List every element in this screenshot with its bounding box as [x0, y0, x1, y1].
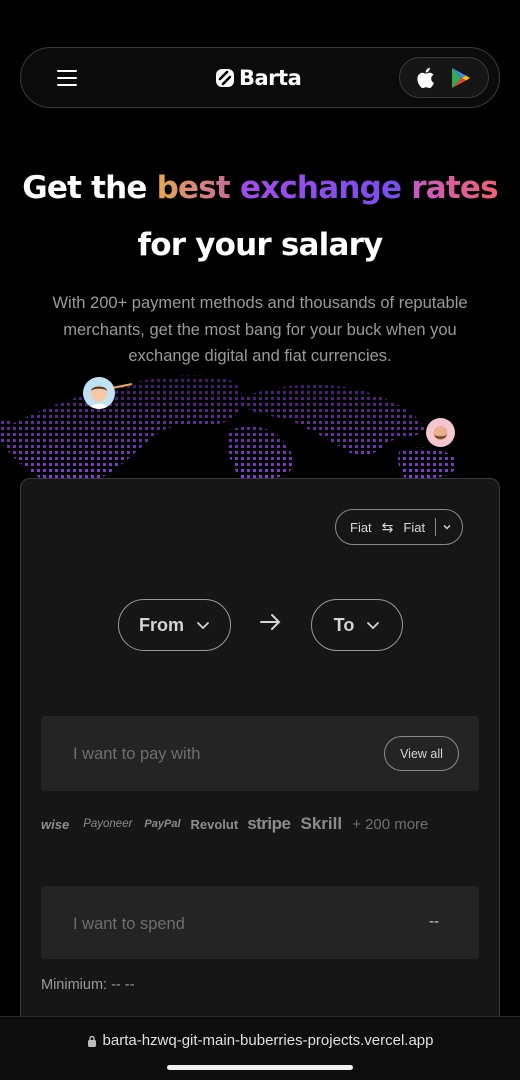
hero-title-best: best	[156, 170, 231, 206]
view-all-button[interactable]: View all	[384, 736, 459, 771]
hero-title-rates: rates	[411, 170, 498, 206]
apple-icon[interactable]	[417, 66, 437, 90]
lock-icon	[87, 1035, 96, 1047]
mode-from-label: Fiat	[350, 519, 372, 535]
chevron-down-icon	[367, 622, 380, 630]
hero-title-exchange: exchange	[239, 170, 402, 206]
url-text: barta-hzwq-git-main-buberries-projects.v…	[102, 1032, 434, 1049]
brand-name: Barta	[239, 66, 302, 90]
skrill-logo: Skrill	[300, 814, 343, 833]
hero-title-plain: Get the	[22, 170, 157, 206]
paypal-logo: PayPal	[144, 818, 181, 830]
pay-with-placeholder: I want to pay with	[73, 745, 201, 763]
top-nav-bar: Barta	[20, 47, 500, 108]
barta-logo-icon	[216, 69, 234, 87]
spend-placeholder: I want to spend	[73, 915, 185, 933]
app-store-links	[399, 57, 489, 98]
hero-subtitle: With 200+ payment methods and thousands …	[52, 294, 468, 365]
from-label: From	[139, 614, 184, 635]
spend-currency-value: --	[429, 913, 439, 930]
more-providers-label: + 200 more	[352, 815, 429, 833]
arrow-right-icon	[260, 614, 281, 630]
hero-title-line-2: for your salary	[137, 227, 384, 263]
user-avatar-left	[83, 377, 115, 409]
pay-with-field[interactable]: I want to pay with View all	[41, 716, 479, 791]
url-display[interactable]: barta-hzwq-git-main-buberries-projects.v…	[0, 1032, 520, 1049]
currency-mode-toggle[interactable]: Fiat ⇆ Fiat	[335, 509, 463, 545]
home-indicator[interactable]	[167, 1065, 353, 1070]
browser-url-bar[interactable]: barta-hzwq-git-main-buberries-projects.v…	[0, 1016, 520, 1080]
minimum-amount-label: Minimium: -- --	[41, 977, 135, 993]
payoneer-logo: Payoneer	[83, 818, 133, 830]
swap-icon[interactable]: ⇆	[382, 519, 394, 536]
to-currency-button[interactable]: To	[311, 599, 403, 651]
payment-providers-row: wise Payoneer PayPal Revolut stripe Skri…	[41, 814, 428, 834]
hero-title-line-1: Get the best exchange rates	[0, 170, 520, 206]
brand-logo[interactable]: Barta	[215, 66, 302, 90]
to-label: To	[333, 614, 355, 635]
revolut-logo: Revolut	[190, 816, 239, 832]
spend-amount-field[interactable]: I want to spend --	[41, 886, 479, 959]
user-avatar-right	[426, 418, 455, 447]
mode-to-label: Fiat	[403, 519, 426, 535]
wise-logo: wise	[41, 816, 70, 832]
stripe-logo: stripe	[247, 814, 291, 833]
exchange-card: Fiat ⇆ Fiat From To I want to pay with V…	[20, 478, 500, 1038]
chevron-down-icon[interactable]	[442, 522, 452, 532]
google-play-icon[interactable]	[451, 67, 471, 89]
from-currency-button[interactable]: From	[118, 599, 231, 651]
hamburger-menu-icon[interactable]	[57, 70, 77, 86]
toggle-divider	[435, 518, 437, 536]
chevron-down-icon	[197, 622, 209, 630]
